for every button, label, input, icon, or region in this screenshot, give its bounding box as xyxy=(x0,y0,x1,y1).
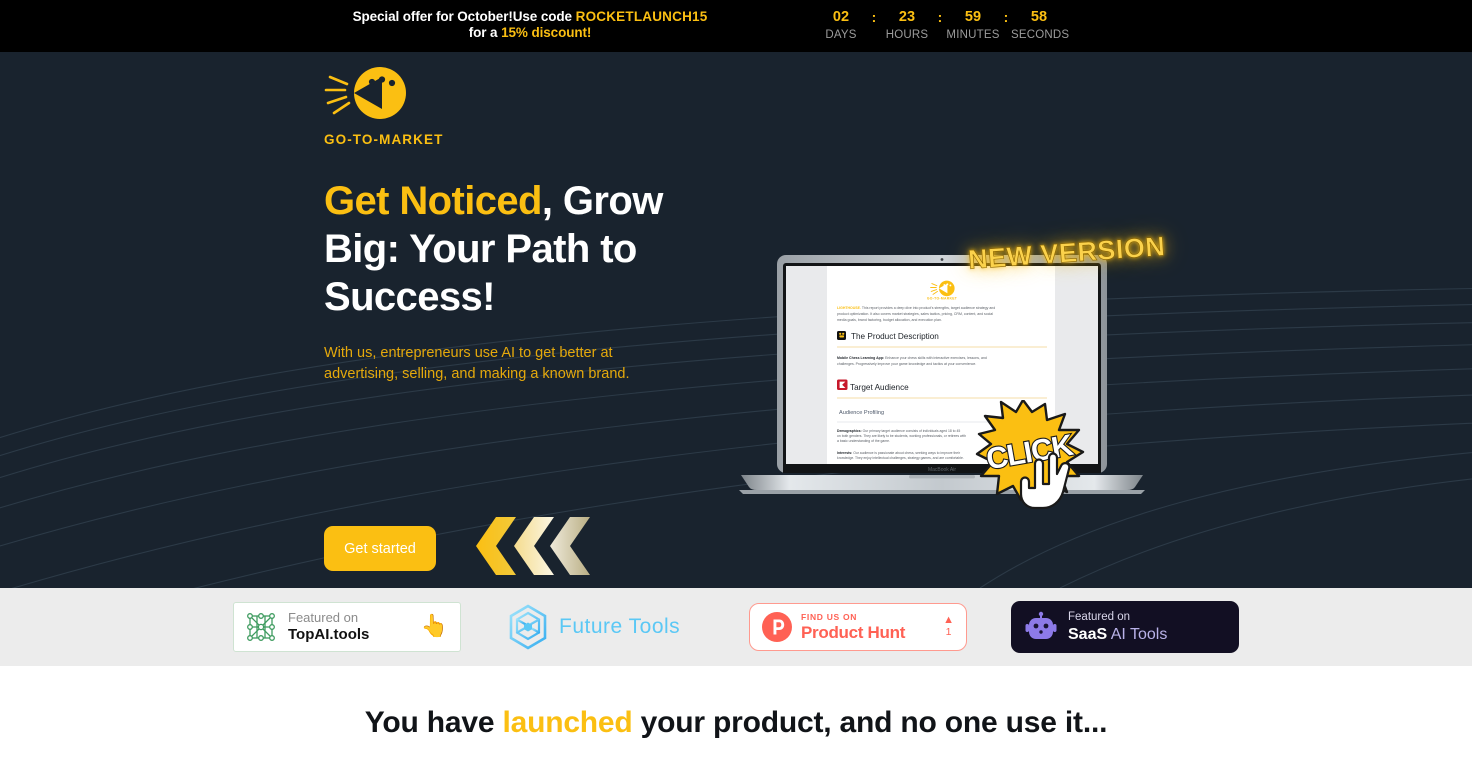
countdown-unit-minutes: 59 MINUTES xyxy=(945,7,1001,43)
badge-saas-line1: Featured on xyxy=(1068,610,1131,623)
below-fold-section: You have launched your product, and no o… xyxy=(0,666,1472,768)
triple-chevron-icon xyxy=(476,517,590,575)
svg-text:GO-TO-MARKET: GO-TO-MARKET xyxy=(927,297,958,301)
svg-text:LIGHTHOUSE. This report provid: LIGHTHOUSE. This report provides a deep … xyxy=(837,306,995,310)
svg-text:challenges. Progressively impr: challenges. Progressively improve your g… xyxy=(837,362,976,366)
section-heading-post: your product, and no one use it... xyxy=(632,706,1108,739)
get-started-button[interactable]: Get started xyxy=(324,526,436,571)
badge-ph-line1: FIND US ON xyxy=(801,611,858,622)
badge-saas-text: Featured on SaaS AI Tools xyxy=(1068,610,1167,645)
hero-section: GO-TO-MARKET Get Noticed, Grow Big: Your… xyxy=(0,52,1472,588)
svg-text:MacBook Air: MacBook Air xyxy=(928,467,956,473)
badge-future-tools-label: Future Tools xyxy=(559,615,681,638)
badge-ph-upvote[interactable]: ▲ 1 xyxy=(943,615,954,639)
badge-topai-line1: Featured on xyxy=(288,610,359,625)
section-heading: You have launched your product, and no o… xyxy=(0,706,1472,740)
badge-saas-line2: SaaS AI Tools xyxy=(1068,625,1167,645)
countdown-separator: : xyxy=(937,9,943,25)
badge-product-hunt[interactable]: FIND US ON Product Hunt ▲ 1 xyxy=(749,603,967,651)
promo-bar: Special offer for October!Use code ROCKE… xyxy=(0,0,1472,52)
hero-content: GO-TO-MARKET Get Noticed, Grow Big: Your… xyxy=(324,52,724,575)
svg-text:knowledge. They enjoy intellec: knowledge. They enjoy intellectual chall… xyxy=(837,456,964,460)
promo-discount: 15% discount! xyxy=(501,25,592,40)
svg-text:Audience Profiling: Audience Profiling xyxy=(839,410,884,416)
badge-ph-line2: Product Hunt xyxy=(801,622,906,642)
badge-future-tools[interactable]: Future Tools xyxy=(505,603,705,651)
badge-ph-left: FIND US ON Product Hunt xyxy=(762,612,905,643)
svg-text:Target Audience: Target Audience xyxy=(850,383,909,392)
svg-text:on both genders. They are like: on both genders. They are likely to be s… xyxy=(837,434,966,438)
countdown-unit-seconds: 58 SECONDS xyxy=(1011,7,1070,43)
svg-text:media goals, brand factoring,: media goals, brand factoring, budget all… xyxy=(837,318,942,322)
svg-text:Interests: Our audience is pas: Interests: Our audience is passionate ab… xyxy=(837,451,961,455)
countdown-unit-hours: 23 HOURS xyxy=(879,7,935,43)
section-heading-accent: launched xyxy=(502,706,633,739)
upvote-triangle-icon: ▲ xyxy=(943,614,954,626)
badge-topai-tools[interactable]: Featured on TopAI.tools 👆 xyxy=(233,602,461,652)
badge-saas-rest: AI Tools xyxy=(1107,625,1168,643)
promo-line2-prefix: for a xyxy=(468,25,502,40)
countdown-timer: 02 DAYS : 23 HOURS : 59 MINUTES : 58 SEC… xyxy=(800,7,1080,43)
svg-text:Mobile Chess Learning App: Enh: Mobile Chess Learning App: Enhance your … xyxy=(837,356,987,360)
badge-saas-ai-tools[interactable]: Featured on SaaS AI Tools xyxy=(1011,601,1239,653)
network-graph-icon xyxy=(247,613,275,641)
countdown-separator: : xyxy=(871,9,877,25)
promo-message: Special offer for October!Use code ROCKE… xyxy=(330,9,730,41)
section-heading-pre: You have xyxy=(364,706,503,739)
cta-row: Get started xyxy=(324,515,592,582)
svg-text:The Product Description: The Product Description xyxy=(851,332,939,341)
hexagon-aperture-icon xyxy=(509,604,547,650)
badge-ph-vote-count: 1 xyxy=(945,626,952,638)
badge-topai-line2: TopAI.tools xyxy=(288,626,370,643)
badge-topai-text: Featured on TopAI.tools xyxy=(288,610,369,644)
click-starburst-icon: CLICK xyxy=(975,398,1085,510)
countdown-hours-value: 23 xyxy=(898,9,916,25)
hero-subtext: With us, entrepreneurs use AI to get bet… xyxy=(324,345,630,382)
featured-badges-strip: Featured on TopAI.tools 👆 Future Tools F… xyxy=(0,588,1472,666)
headline-accent: Get Noticed xyxy=(324,179,542,223)
countdown-unit-days: 02 DAYS xyxy=(813,7,869,43)
pointing-hand-icon: 👆 xyxy=(420,613,448,638)
page-title: Get Noticed, Grow Big: Your Path to Succ… xyxy=(324,177,664,321)
countdown-days-value: 02 xyxy=(832,9,850,25)
badge-saas-bold: SaaS xyxy=(1068,625,1108,643)
promo-line1-prefix: Special offer for October!Use code xyxy=(352,9,576,24)
brand-logo[interactable]: GO-TO-MARKET xyxy=(324,52,724,147)
chevron-left-arrows xyxy=(474,515,592,582)
badge-ph-text: FIND US ON Product Hunt xyxy=(801,612,905,643)
countdown-separator: : xyxy=(1003,9,1009,25)
robot-icon xyxy=(1025,611,1057,639)
countdown-seconds-value: 58 xyxy=(1030,9,1048,25)
promo-code: ROCKETLAUNCH15 xyxy=(575,9,708,24)
megaphone-pacman-icon xyxy=(324,67,406,119)
svg-text:Demographics: Our primary targ: Demographics: Our primary target audienc… xyxy=(837,429,960,433)
svg-text:product optimization. It also: product optimization. It also covers mar… xyxy=(837,312,993,316)
countdown-minutes-label: MINUTES xyxy=(946,29,1000,41)
countdown-hours-label: HOURS xyxy=(885,29,929,41)
product-hunt-icon xyxy=(762,612,792,642)
countdown-minutes-value: 59 xyxy=(964,9,982,25)
countdown-days-label: DAYS xyxy=(825,29,857,41)
svg-text:a basic understanding of the g: a basic understanding of the game. xyxy=(837,439,890,443)
brand-logo-text: GO-TO-MARKET xyxy=(324,132,444,147)
click-callout: CLICK xyxy=(975,398,1105,520)
countdown-seconds-label: SECONDS xyxy=(1011,29,1070,41)
